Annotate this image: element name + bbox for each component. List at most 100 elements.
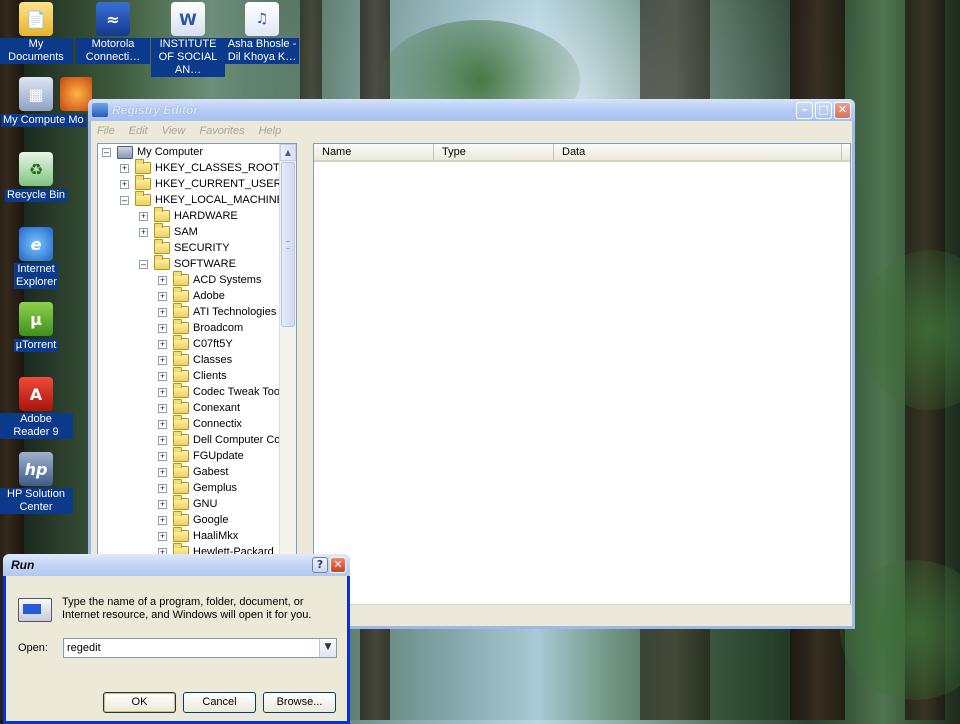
expand-icon[interactable]: +	[158, 435, 167, 445]
expand-icon[interactable]: +	[120, 163, 129, 173]
tree-node[interactable]: + Gabest	[158, 463, 228, 480]
run-dialog[interactable]: Run ? ✕ Type the name of a program, fold…	[3, 554, 350, 724]
collapse-icon[interactable]: –	[102, 147, 111, 157]
expand-icon[interactable]: +	[158, 483, 167, 493]
expand-icon[interactable]: +	[158, 515, 167, 525]
desktop-icon-label: HP Solution Center	[0, 488, 73, 514]
tree-node[interactable]: + Codec Tweak Tool	[158, 383, 282, 400]
desktop-icon-adobe-reader[interactable]: A Adobe Reader 9	[0, 377, 73, 439]
tree-node-root[interactable]: – My Computer	[102, 144, 203, 160]
expand-icon[interactable]: +	[120, 179, 129, 189]
tree-node-label: HARDWARE	[174, 210, 238, 222]
folder-icon	[173, 383, 189, 398]
expand-icon[interactable]: +	[139, 227, 148, 237]
desktop-icon-label: Asha Bhosle - Dil Khoya K…	[225, 38, 299, 64]
tree-node[interactable]: – SOFTWARE	[139, 255, 236, 272]
desktop-icon-institute-document[interactable]: W INSTITUTE OF SOCIAL AN…	[151, 2, 225, 77]
column-header-name[interactable]: Name	[314, 144, 434, 160]
open-input[interactable]	[64, 639, 314, 657]
tree-node[interactable]: + HKEY_CLASSES_ROOT	[120, 159, 280, 176]
desktop-icon-internet-explorer[interactable]: e Internet Explorer	[0, 227, 73, 289]
menu-help[interactable]: Help	[259, 125, 282, 137]
expand-icon[interactable]: +	[158, 339, 167, 349]
expand-icon[interactable]: +	[158, 387, 167, 397]
recycle-bin-icon: ♻	[19, 152, 53, 186]
scroll-up-arrow-icon[interactable]: ▲	[280, 144, 296, 161]
tree-node[interactable]: + ATI Technologies	[158, 303, 276, 320]
desktop-icon-motorola[interactable]: ≈ Motorola Connecti…	[76, 2, 150, 64]
minimize-button[interactable]: –	[796, 101, 813, 119]
tree-node[interactable]: + Clients	[158, 367, 227, 384]
folder-icon	[173, 399, 189, 414]
folder-icon	[173, 271, 189, 286]
menu-file[interactable]: File	[97, 125, 115, 137]
expand-icon[interactable]: +	[158, 403, 167, 413]
tree-node[interactable]: + Google	[158, 511, 228, 528]
desktop-icon-label: Mo	[66, 114, 86, 127]
tree-node[interactable]: + FGUpdate	[158, 447, 244, 464]
tree-scrollbar[interactable]: ▲	[279, 144, 296, 604]
tree-node[interactable]: + Broadcom	[158, 319, 243, 336]
column-header-type[interactable]: Type	[434, 144, 554, 160]
close-button[interactable]: ✕	[330, 557, 346, 573]
registry-tree[interactable]: – My Computer + HKEY_CLASSES_ROOT + HKEY_CU…	[97, 143, 297, 605]
tree-node[interactable]: + C07ft5Y	[158, 335, 233, 352]
internet-explorer-icon: e	[19, 227, 53, 261]
values-list[interactable]: Name Type Data	[313, 143, 851, 605]
desktop-icon-recycle-bin[interactable]: ♻ Recycle Bin	[0, 152, 73, 202]
tree-node[interactable]: + HaaliMkx	[158, 527, 238, 544]
tree-node[interactable]: + Conexant	[158, 399, 240, 416]
collapse-icon[interactable]: –	[120, 195, 129, 205]
run-titlebar[interactable]: Run ? ✕	[3, 554, 350, 576]
collapse-icon[interactable]: –	[139, 259, 148, 269]
mp3-file-icon: ♫	[245, 2, 279, 36]
expand-icon[interactable]: +	[158, 323, 167, 333]
folder-icon	[135, 175, 151, 190]
scrollbar-thumb[interactable]	[281, 162, 295, 327]
chevron-down-icon[interactable]: ▼	[319, 639, 336, 657]
registry-titlebar[interactable]: Registry Editor – □ ✕	[88, 99, 855, 121]
expand-icon[interactable]: +	[158, 499, 167, 509]
run-program-icon	[18, 598, 52, 622]
expand-icon[interactable]: +	[158, 275, 167, 285]
expand-icon[interactable]: +	[158, 291, 167, 301]
menu-view[interactable]: View	[162, 125, 186, 137]
browse-button[interactable]: Browse...	[263, 692, 336, 713]
help-button[interactable]: ?	[312, 557, 328, 573]
tree-node[interactable]: + GNU	[158, 495, 217, 512]
desktop-icon-my-documents[interactable]: 📄 My Documents	[0, 2, 73, 64]
cancel-button[interactable]: Cancel	[183, 692, 256, 713]
expand-icon[interactable]: +	[158, 371, 167, 381]
tree-node[interactable]: + HKEY_CURRENT_USER	[120, 175, 282, 192]
expand-icon[interactable]: +	[158, 355, 167, 365]
tree-node[interactable]: + Dell Computer Corpo	[158, 431, 296, 448]
tree-node[interactable]: + SAM	[139, 223, 198, 240]
registry-editor-window[interactable]: Registry Editor – □ ✕ File Edit View Fav…	[88, 99, 855, 629]
tree-node[interactable]: – HKEY_LOCAL_MACHINE	[120, 191, 284, 208]
expand-icon[interactable]: +	[139, 211, 148, 221]
expand-icon[interactable]: +	[158, 419, 167, 429]
expand-icon[interactable]: +	[158, 467, 167, 477]
menu-edit[interactable]: Edit	[129, 125, 148, 137]
tree-node[interactable]: + ACD Systems	[158, 271, 261, 288]
ok-button[interactable]: OK	[103, 692, 176, 713]
column-header-data[interactable]: Data	[554, 144, 842, 160]
folder-icon	[173, 431, 189, 446]
open-combobox[interactable]: ▼	[63, 638, 337, 658]
desktop-icon-asha-bhosle-mp3[interactable]: ♫ Asha Bhosle - Dil Khoya K…	[225, 2, 299, 64]
desktop-icon-hp-solution-center[interactable]: hp HP Solution Center	[0, 452, 73, 514]
open-label: Open:	[18, 642, 48, 654]
tree-node[interactable]: SECURITY	[139, 239, 230, 256]
desktop-icon-utorrent[interactable]: µ µTorrent	[0, 302, 73, 352]
expand-icon[interactable]: +	[158, 307, 167, 317]
expand-icon[interactable]: +	[158, 451, 167, 461]
tree-node[interactable]: + Classes	[158, 351, 232, 368]
tree-node[interactable]: + Gemplus	[158, 479, 237, 496]
expand-icon[interactable]: +	[158, 531, 167, 541]
tree-node[interactable]: + HARDWARE	[139, 207, 238, 224]
menu-favorites[interactable]: Favorites	[199, 125, 244, 137]
tree-node[interactable]: + Adobe	[158, 287, 225, 304]
close-button[interactable]: ✕	[834, 101, 851, 119]
maximize-button[interactable]: □	[815, 101, 832, 119]
tree-node[interactable]: + Connectix	[158, 415, 242, 432]
